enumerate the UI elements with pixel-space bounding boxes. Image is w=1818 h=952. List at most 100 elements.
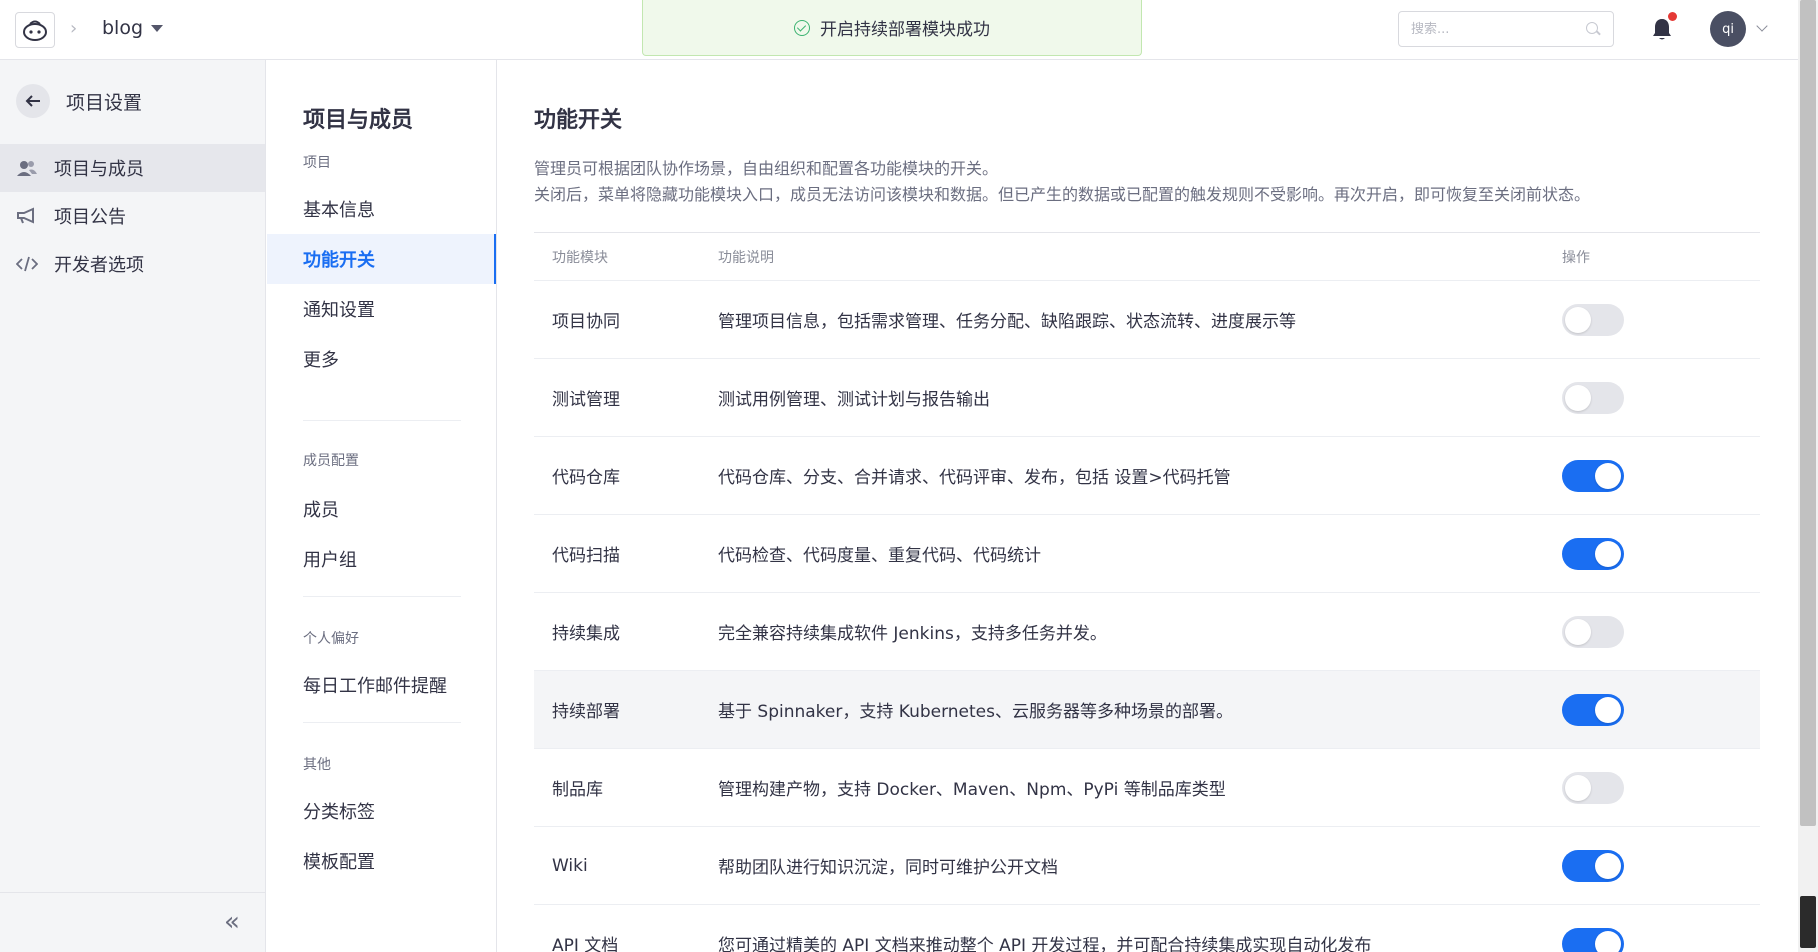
code-icon (16, 254, 38, 274)
subnav-item-templates[interactable]: 模板配置 (267, 836, 496, 886)
project-name: blog (102, 17, 144, 39)
page-description: 管理员可根据团队协作场景，自由组织和配置各功能模块的开关。 关闭后，菜单将隐藏功… (534, 156, 1774, 208)
feature-name: 制品库 (552, 780, 603, 800)
settings-sidebar: 项目设置 项目与成员 项目公告 开发者选项 « (0, 60, 266, 952)
divider (303, 722, 461, 723)
description-line: 关闭后，菜单将隐藏功能模块入口，成员无法访问该模块和数据。但已产生的数据或已配置… (534, 185, 1591, 204)
arrow-left-icon (25, 95, 40, 107)
search-icon[interactable] (1586, 22, 1598, 34)
feature-name: 持续部署 (552, 702, 620, 722)
column-header: 功能说明 (718, 249, 774, 266)
divider (303, 596, 461, 597)
toast-message: 开启持续部署模块成功 (820, 20, 990, 40)
feature-toggle[interactable] (1562, 537, 1624, 570)
feature-toggle[interactable] (1562, 927, 1624, 952)
feature-table: 功能模块 功能说明 操作 项目协同 管理项目信息，包括需求管理、任务分配、缺陷跟踪… (534, 232, 1760, 952)
feature-description: 帮助团队进行知识沉淀，同时可维护公开文档 (718, 858, 1058, 878)
description-line: 管理员可根据团队协作场景，自由组织和配置各功能模块的开关。 (534, 159, 999, 178)
project-switcher[interactable]: blog (102, 17, 164, 39)
feature-toggle[interactable] (1562, 849, 1624, 882)
feature-description: 基于 Spinnaker，支持 Kubernetes、云服务器等多种场景的部署。 (718, 702, 1233, 722)
feature-description: 完全兼容持续集成软件 Jenkins，支持多任务并发。 (718, 624, 1107, 644)
sub-navigation: 项目与成员 项目 基本信息 功能开关 通知设置 更多 成员配置 成员 用户组 个… (267, 60, 497, 952)
feature-description: 测试用例管理、测试计划与报告输出 (718, 390, 990, 410)
sidebar-item-label: 项目与成员 (54, 159, 144, 180)
subnav-item-user-groups[interactable]: 用户组 (267, 534, 496, 584)
sidebar-footer: « (0, 892, 265, 952)
action-cell (1562, 927, 1760, 952)
table-row: 代码仓库 代码仓库、分支、合并请求、代码评审、发布，包括 设置>代码托管 (534, 437, 1760, 515)
sidebar-title: 项目设置 (66, 91, 143, 114)
subnav-item-tags[interactable]: 分类标签 (267, 786, 496, 836)
subnav-title: 项目与成员 (303, 108, 414, 133)
feature-toggle[interactable] (1562, 693, 1624, 726)
feature-description: 代码检查、代码度量、重复代码、代码统计 (718, 546, 1041, 566)
subnav-group-label: 其他 (303, 757, 331, 773)
subnav-group-label: 项目 (303, 155, 331, 171)
table-row: API 文档 您可通过精美的 API 文档来推动整个 API 开发过程，并可配合持… (534, 905, 1760, 952)
sidebar-item-announcement[interactable]: 项目公告 (0, 192, 265, 240)
subnav-group-label: 个人偏好 (303, 631, 359, 647)
subnav-item-notifications[interactable]: 通知设置 (267, 284, 496, 334)
notification-bell-icon[interactable] (1651, 12, 1677, 42)
feature-name: 代码扫描 (552, 546, 620, 566)
table-row: 代码扫描 代码检查、代码度量、重复代码、代码统计 (534, 515, 1760, 593)
feature-toggle[interactable] (1562, 615, 1624, 648)
feature-name: 项目协同 (552, 312, 620, 332)
subnav-item-more[interactable]: 更多 (267, 334, 496, 384)
subnav-item-basic-info[interactable]: 基本信息 (267, 184, 496, 234)
feature-toggle[interactable] (1562, 459, 1624, 492)
feature-description: 管理项目信息，包括需求管理、任务分配、缺陷跟踪、状态流转、进度展示等 (718, 312, 1296, 332)
table-row: 制品库 管理构建产物，支持 Docker、Maven、Npm、PyPi 等制品库类… (534, 749, 1760, 827)
top-bar: › blog 开启持续部署模块成功 qi (0, 0, 1798, 60)
sidebar-item-members[interactable]: 项目与成员 (0, 144, 265, 192)
logo-icon[interactable] (15, 12, 55, 48)
subnav-item-feature-switch[interactable]: 功能开关 (267, 234, 496, 284)
sidebar-item-label: 项目公告 (54, 207, 126, 228)
success-toast: 开启持续部署模块成功 (642, 0, 1142, 56)
feature-name: 测试管理 (552, 390, 620, 410)
back-button[interactable] (16, 84, 50, 118)
feature-description: 代码仓库、分支、合并请求、代码评审、发布，包括 设置>代码托管 (718, 468, 1231, 488)
caret-down-icon (151, 24, 164, 32)
table-row: 测试管理 测试用例管理、测试计划与报告输出 (534, 359, 1760, 437)
chevron-down-icon[interactable] (1756, 20, 1768, 32)
feature-toggle[interactable] (1562, 381, 1624, 414)
table-row: 持续部署 基于 Spinnaker，支持 Kubernetes、云服务器等多种场景… (534, 671, 1760, 749)
table-row: 项目协同 管理项目信息，包括需求管理、任务分配、缺陷跟踪、状态流转、进度展示等 (534, 281, 1760, 359)
action-cell (1562, 615, 1760, 648)
search-input[interactable] (1398, 11, 1614, 47)
sidebar-item-label: 开发者选项 (54, 255, 144, 276)
avatar[interactable]: qi (1710, 11, 1746, 47)
subnav-item-members[interactable]: 成员 (267, 484, 496, 534)
notification-dot (1668, 12, 1677, 21)
feature-toggle[interactable] (1562, 303, 1624, 336)
action-cell (1562, 693, 1760, 726)
check-circle-icon (794, 19, 810, 36)
feature-name: 持续集成 (552, 624, 620, 644)
scrollbar-thumb[interactable] (1800, 0, 1816, 826)
scrollbar-handle[interactable] (1800, 896, 1816, 948)
action-cell (1562, 459, 1760, 492)
table-row: 持续集成 完全兼容持续集成软件 Jenkins，支持多任务并发。 (534, 593, 1760, 671)
members-icon (16, 158, 38, 178)
collapse-sidebar-icon[interactable]: « (224, 907, 240, 937)
sidebar-item-developer[interactable]: 开发者选项 (0, 240, 265, 288)
feature-toggle[interactable] (1562, 771, 1624, 804)
sidebar-header: 项目设置 (16, 84, 142, 118)
main-content: 功能开关 管理员可根据团队协作场景，自由组织和配置各功能模块的开关。 关闭后，菜… (498, 60, 1798, 952)
action-cell (1562, 303, 1760, 336)
feature-name: API 文档 (552, 936, 619, 952)
feature-name: 代码仓库 (552, 468, 620, 488)
feature-name: Wiki (552, 855, 588, 876)
page-title: 功能开关 (534, 108, 623, 133)
subnav-item-daily-email[interactable]: 每日工作邮件提醒 (267, 660, 496, 710)
sidebar-nav: 项目与成员 项目公告 开发者选项 (0, 144, 265, 288)
action-cell (1562, 537, 1760, 570)
action-cell (1562, 381, 1760, 414)
table-row: Wiki 帮助团队进行知识沉淀，同时可维护公开文档 (534, 827, 1760, 905)
feature-description: 您可通过精美的 API 文档来推动整个 API 开发过程，并可配合持续集成实现自… (718, 936, 1372, 952)
megaphone-icon (16, 206, 38, 226)
feature-description: 管理构建产物，支持 Docker、Maven、Npm、PyPi 等制品库类型 (718, 780, 1226, 800)
column-header: 功能模块 (552, 249, 608, 266)
